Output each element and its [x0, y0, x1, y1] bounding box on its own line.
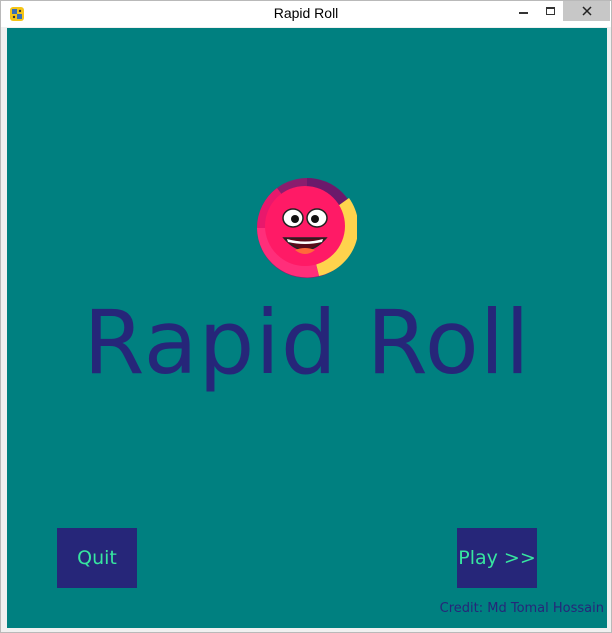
game-canvas[interactable]: Rapid Roll Quit Play >> Credit: Md Tomal…: [7, 28, 607, 628]
minimize-icon: [519, 12, 528, 14]
close-icon: [581, 6, 592, 16]
smiling-ball-icon: [257, 178, 357, 278]
minimize-button[interactable]: [510, 1, 537, 21]
credit-text: Credit: Md Tomal Hossain: [439, 601, 604, 616]
title-bar[interactable]: Rapid Roll: [1, 1, 611, 27]
maximize-icon: [545, 7, 555, 15]
close-button[interactable]: [563, 1, 610, 21]
game-title: Rapid Roll: [83, 291, 531, 394]
quit-button[interactable]: Quit: [57, 528, 137, 588]
play-button[interactable]: Play >>: [457, 528, 537, 588]
maximize-button[interactable]: [537, 1, 563, 21]
app-window: Rapid Roll Rapid Roll Quit Play >> Credi…: [0, 0, 612, 633]
